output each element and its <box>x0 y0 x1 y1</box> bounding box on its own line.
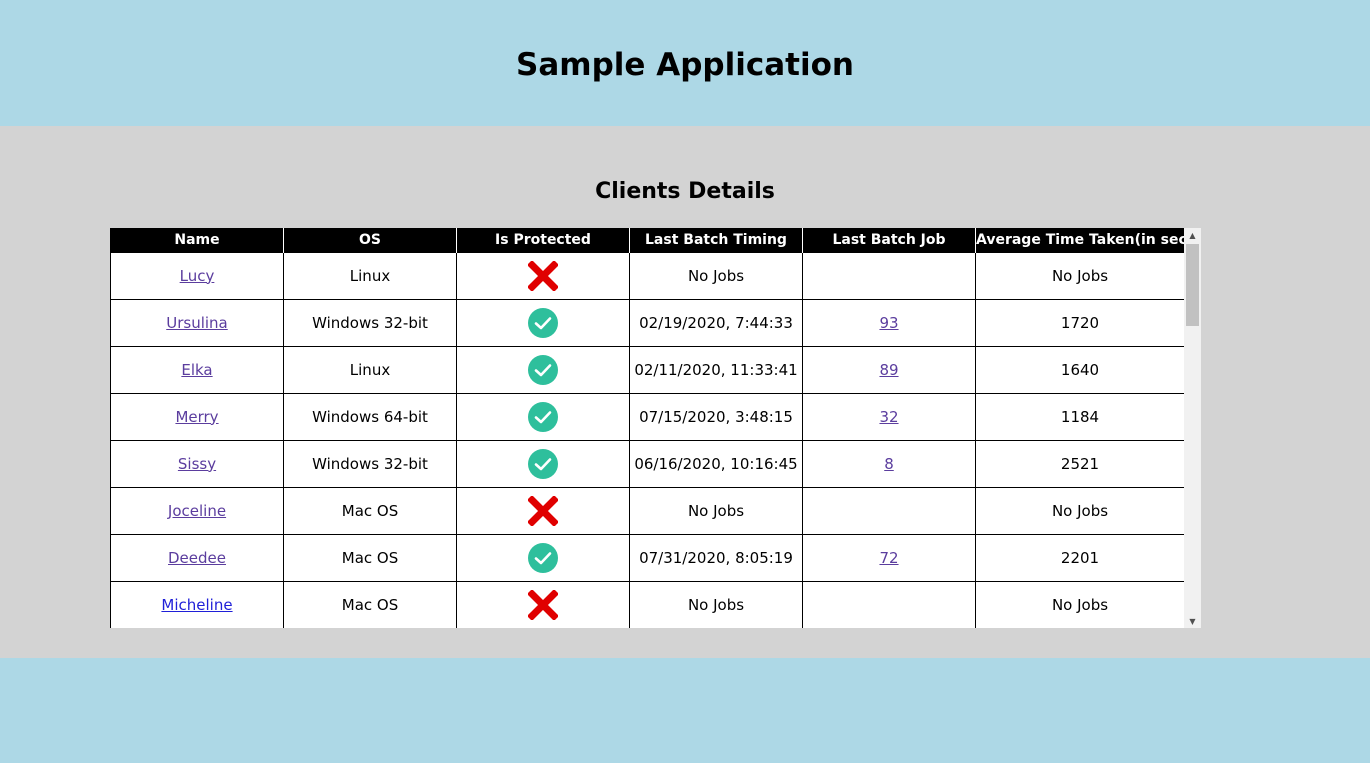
main-content: Clients Details Name OS Is Protected Las… <box>0 126 1370 658</box>
cell-last-batch-job: 8 <box>802 439 976 488</box>
cell-os: Windows 64-bit <box>283 392 457 441</box>
cell-average-time: 1640 <box>975 345 1185 394</box>
cell-last-batch-timing: 06/16/2020, 10:16:45 <box>629 439 803 488</box>
cell-average-time: 2521 <box>975 439 1185 488</box>
cell-os: Linux <box>283 251 457 300</box>
batch-job-link[interactable]: 8 <box>884 455 894 473</box>
cell-os: Mac OS <box>283 533 457 582</box>
batch-job-link[interactable]: 32 <box>879 408 898 426</box>
cell-last-batch-timing: 07/31/2020, 8:05:19 <box>629 533 803 582</box>
cell-last-batch-timing: No Jobs <box>629 580 803 628</box>
table-row: Merry Windows 64-bit 07/15/2020, 3:48:15 32… <box>110 392 1185 441</box>
scrollbar-thumb[interactable] <box>1186 244 1199 326</box>
cell-last-batch-timing: 02/11/2020, 11:33:41 <box>629 345 803 394</box>
cell-is-protected <box>456 533 630 582</box>
app-title: Sample Application <box>516 47 854 83</box>
cell-name: Merry <box>110 392 284 441</box>
table-header-row: Name OS Is Protected Last Batch Timing L… <box>110 228 1193 252</box>
cell-os: Windows 32-bit <box>283 439 457 488</box>
table-body: Lucy Linux No Jobs No Jobs Ursulina Windows 3… <box>110 251 1185 628</box>
cell-last-batch-timing: 02/19/2020, 7:44:33 <box>629 298 803 347</box>
cell-os: Windows 32-bit <box>283 298 457 347</box>
batch-job-link[interactable]: 89 <box>879 361 898 379</box>
page-footer <box>0 658 1370 763</box>
cell-average-time: No Jobs <box>975 580 1185 628</box>
table-row: Joceline Mac OS No Jobs No Jobs <box>110 486 1185 535</box>
cell-is-protected <box>456 251 630 300</box>
check-circle-icon <box>528 307 558 342</box>
red-x-icon <box>527 588 559 624</box>
column-header-name: Name <box>110 228 284 252</box>
cell-is-protected <box>456 298 630 347</box>
table-row: Micheline Mac OS No Jobs No Jobs <box>110 580 1185 628</box>
client-name-link[interactable]: Sissy <box>178 455 216 473</box>
section-title: Clients Details <box>595 179 775 204</box>
vertical-scrollbar[interactable]: ▲ ▼ <box>1184 228 1201 628</box>
column-header-is-protected: Is Protected <box>456 228 630 252</box>
cell-is-protected <box>456 486 630 535</box>
cell-os: Mac OS <box>283 580 457 628</box>
cell-average-time: 1720 <box>975 298 1185 347</box>
red-x-icon <box>527 494 559 530</box>
cell-name: Deedee <box>110 533 284 582</box>
cell-name: Lucy <box>110 251 284 300</box>
check-circle-icon <box>528 354 558 389</box>
app-header: Sample Application <box>0 0 1370 126</box>
cell-last-batch-job <box>802 251 976 300</box>
scroll-up-arrow-icon[interactable]: ▲ <box>1184 228 1201 242</box>
column-header-last-batch-timing: Last Batch Timing <box>629 228 803 252</box>
cell-average-time: 2201 <box>975 533 1185 582</box>
red-x-icon <box>527 259 559 295</box>
check-circle-icon <box>528 448 558 483</box>
cell-name: Ursulina <box>110 298 284 347</box>
cell-name: Sissy <box>110 439 284 488</box>
cell-is-protected <box>456 345 630 394</box>
cell-average-time: 1184 <box>975 392 1185 441</box>
clients-table-container[interactable]: Name OS Is Protected Last Batch Timing L… <box>110 228 1201 628</box>
table-row: Lucy Linux No Jobs No Jobs <box>110 251 1185 300</box>
table-row: Deedee Mac OS 07/31/2020, 8:05:19 72 2201 <box>110 533 1185 582</box>
cell-last-batch-job: 93 <box>802 298 976 347</box>
column-header-last-batch-job: Last Batch Job <box>802 228 976 252</box>
cell-last-batch-job <box>802 580 976 628</box>
cell-last-batch-job: 32 <box>802 392 976 441</box>
batch-job-link[interactable]: 72 <box>879 549 898 567</box>
cell-last-batch-timing: No Jobs <box>629 486 803 535</box>
cell-last-batch-job <box>802 486 976 535</box>
clients-table: Name OS Is Protected Last Batch Timing L… <box>110 228 1193 628</box>
cell-name: Joceline <box>110 486 284 535</box>
table-row: Sissy Windows 32-bit 06/16/2020, 10:16:45 8… <box>110 439 1185 488</box>
cell-last-batch-job: 89 <box>802 345 976 394</box>
cell-average-time: No Jobs <box>975 251 1185 300</box>
cell-name: Micheline <box>110 580 284 628</box>
client-name-link[interactable]: Micheline <box>161 596 232 614</box>
cell-os: Mac OS <box>283 486 457 535</box>
cell-is-protected <box>456 392 630 441</box>
client-name-link[interactable]: Ursulina <box>166 314 228 332</box>
cell-last-batch-timing: No Jobs <box>629 251 803 300</box>
cell-last-batch-job: 72 <box>802 533 976 582</box>
column-header-os: OS <box>283 228 457 252</box>
check-circle-icon <box>528 542 558 577</box>
check-circle-icon <box>528 401 558 436</box>
batch-job-link[interactable]: 93 <box>879 314 898 332</box>
cell-os: Linux <box>283 345 457 394</box>
cell-name: Elka <box>110 345 284 394</box>
client-name-link[interactable]: Joceline <box>168 502 226 520</box>
table-row: Elka Linux 02/11/2020, 11:33:41 89 1640 <box>110 345 1185 394</box>
cell-is-protected <box>456 580 630 628</box>
client-name-link[interactable]: Deedee <box>168 549 226 567</box>
cell-is-protected <box>456 439 630 488</box>
column-header-average-time: Average Time Taken(in sec) <box>975 228 1193 252</box>
client-name-link[interactable]: Lucy <box>180 267 215 285</box>
client-name-link[interactable]: Elka <box>181 361 212 379</box>
table-row: Ursulina Windows 32-bit 02/19/2020, 7:44:3… <box>110 298 1185 347</box>
cell-last-batch-timing: 07/15/2020, 3:48:15 <box>629 392 803 441</box>
client-name-link[interactable]: Merry <box>175 408 218 426</box>
scroll-down-arrow-icon[interactable]: ▼ <box>1184 614 1201 628</box>
cell-average-time: No Jobs <box>975 486 1185 535</box>
